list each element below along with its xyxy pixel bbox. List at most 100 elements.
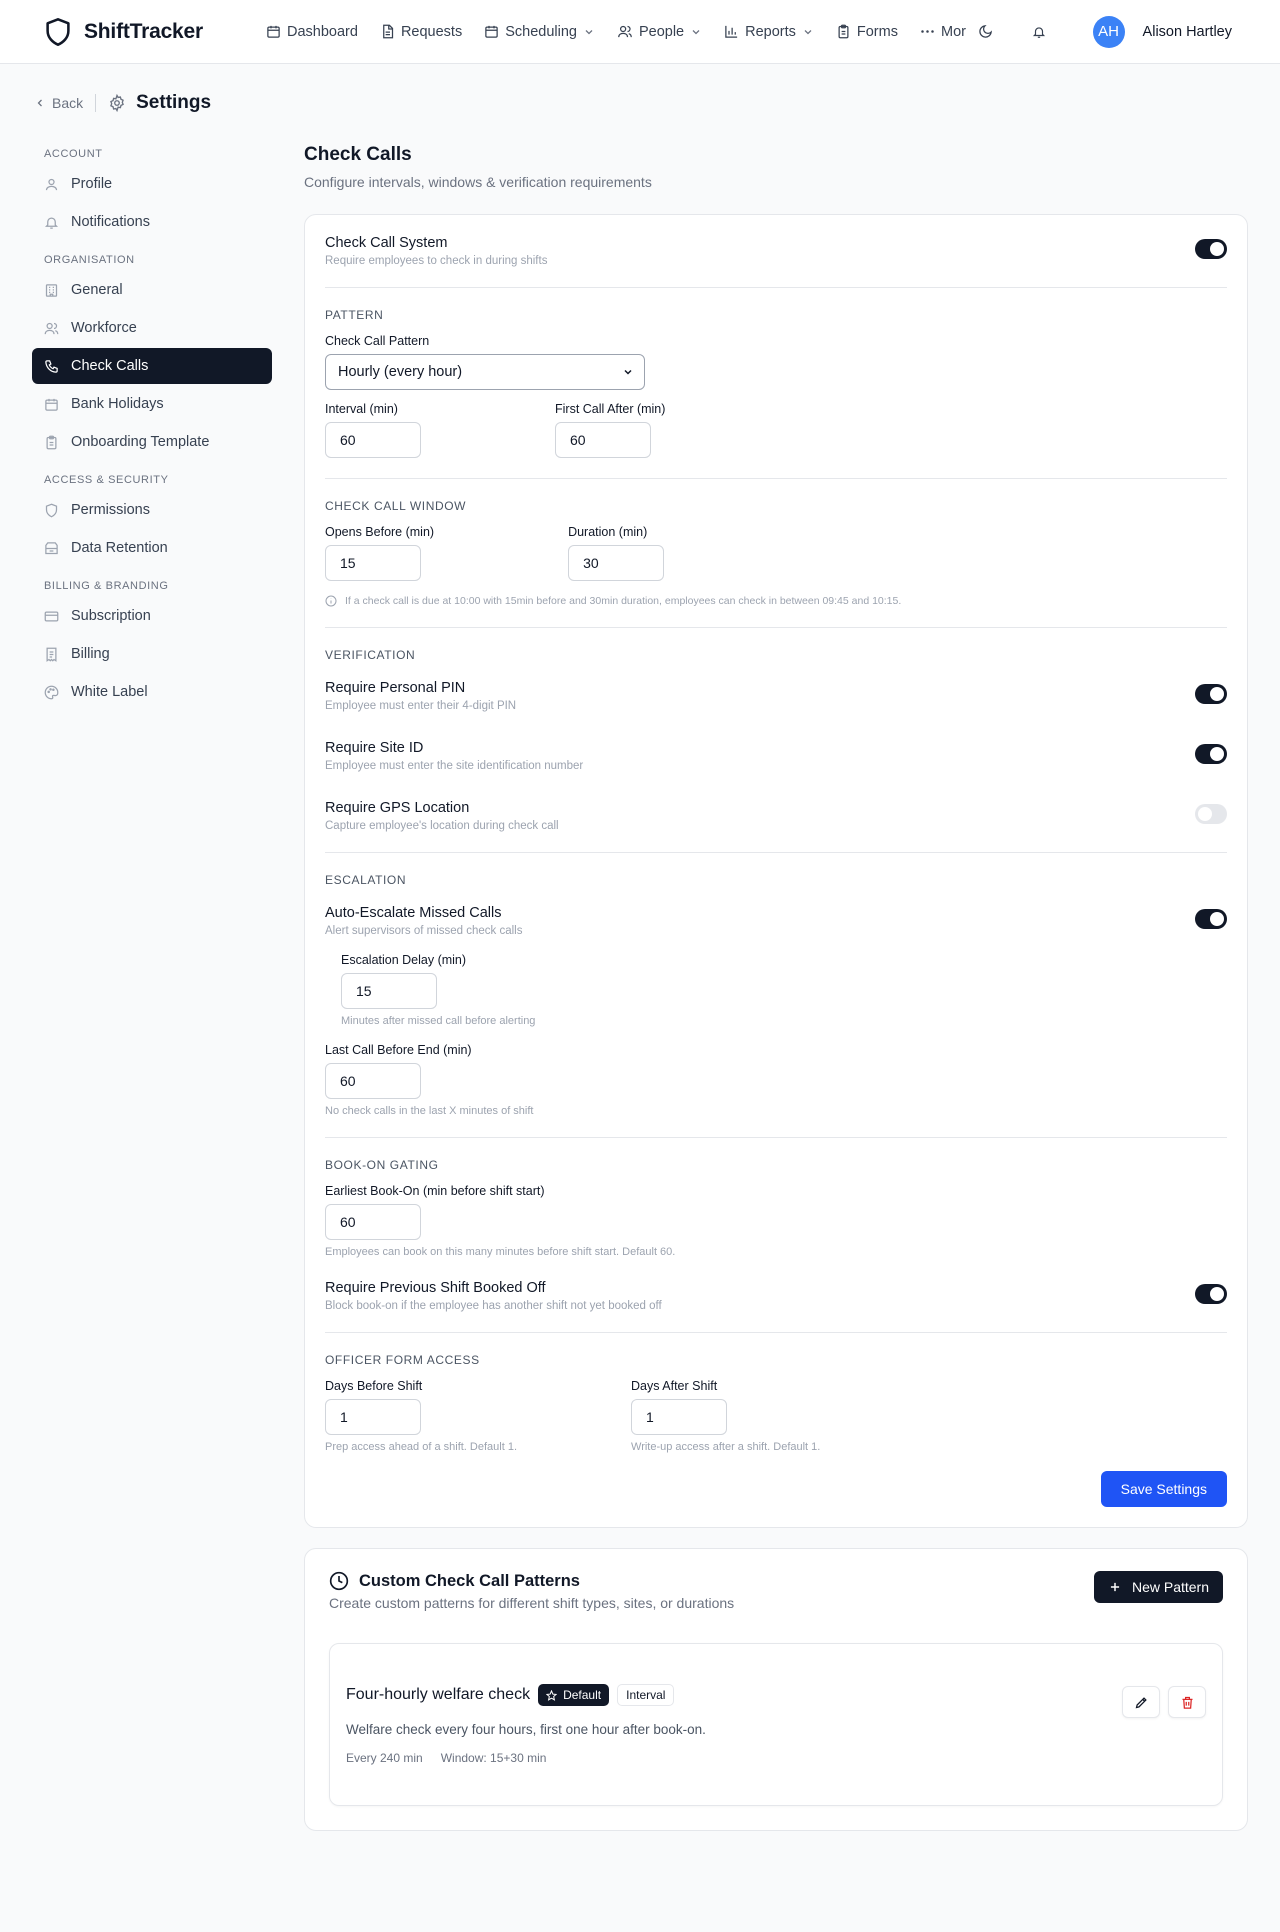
- field-hint: No check calls in the last X minutes of …: [325, 1105, 534, 1117]
- nav-dashboard[interactable]: Dashboard: [266, 24, 358, 40]
- require-previous-shift-row: Require Previous Shift Booked Off Block …: [325, 1280, 1227, 1312]
- sidebar-item-onboarding-template[interactable]: Onboarding Template: [32, 424, 272, 460]
- clipboard-icon: [836, 24, 851, 39]
- page-title: Check Calls: [304, 144, 412, 165]
- notifications-button[interactable]: [1025, 18, 1053, 46]
- escalation-delay-input[interactable]: [341, 973, 437, 1009]
- divider: [325, 287, 1227, 288]
- days-before-shift-input[interactable]: [325, 1399, 421, 1435]
- chevron-down-icon: [802, 26, 814, 38]
- nav-more[interactable]: Mor: [920, 24, 966, 40]
- check-call-settings-card: Check Call System Require employees to c…: [304, 214, 1248, 1528]
- back-label: Back: [52, 95, 84, 111]
- require-gps-toggle[interactable]: [1195, 804, 1227, 824]
- require-site-id-toggle[interactable]: [1195, 744, 1227, 764]
- info-icon: [325, 595, 337, 607]
- shield-logo-icon: [44, 17, 72, 47]
- clock-icon: [329, 1571, 349, 1591]
- user-name[interactable]: Alison Hartley: [1143, 24, 1232, 40]
- pattern-meta: Every 240 min Window: 15+30 min: [346, 1751, 706, 1765]
- earliest-bookon-group: Earliest Book-On (min before shift start…: [325, 1184, 1227, 1258]
- back-link[interactable]: Back: [34, 95, 83, 111]
- brand[interactable]: ShiftTracker: [44, 17, 244, 47]
- last-call-before-end-input[interactable]: [325, 1063, 421, 1099]
- section-label: ORGANISATION: [44, 254, 135, 266]
- pattern-actions: [1122, 1686, 1206, 1765]
- check-call-pattern-select[interactable]: Hourly (every hour): [325, 354, 645, 390]
- pattern-fields: Interval (min) First Call After (min): [325, 402, 1227, 458]
- new-pattern-button[interactable]: New Pattern: [1093, 1571, 1223, 1603]
- palette-icon: [44, 685, 59, 700]
- sidebar-item-bank-holidays[interactable]: Bank Holidays: [32, 386, 272, 422]
- sidebar-header: Back Settings: [32, 64, 272, 142]
- patterns-title: Custom Check Call Patterns: [329, 1571, 734, 1591]
- section-label-verification: VERIFICATION: [325, 648, 416, 662]
- nav-scheduling[interactable]: Scheduling: [484, 24, 595, 40]
- sidebar-item-profile[interactable]: Profile: [32, 166, 272, 202]
- info-text: If a check call is due at 10:00 with 15m…: [345, 595, 902, 607]
- custom-patterns-card: Custom Check Call Patterns Create custom…: [304, 1548, 1248, 1831]
- require-previous-shift-toggle[interactable]: [1195, 1284, 1227, 1304]
- days-after-shift-input[interactable]: [631, 1399, 728, 1435]
- delete-pattern-button[interactable]: [1168, 1686, 1206, 1718]
- row-desc: Require employees to check in during shi…: [325, 255, 548, 267]
- patterns-subtitle: Create custom patterns for different shi…: [329, 1595, 735, 1611]
- row-title: Require GPS Location: [325, 800, 470, 816]
- app-name: ShiftTracker: [84, 19, 203, 43]
- building-icon: [44, 283, 59, 298]
- interval-input[interactable]: [325, 422, 421, 458]
- save-settings-button[interactable]: Save Settings: [1100, 1471, 1227, 1507]
- user-area: AH Alison Hartley: [1025, 15, 1232, 48]
- nav-people[interactable]: People: [617, 24, 702, 40]
- settings-sidebar: Back Settings ACCOUNT Profile Notificati…: [32, 64, 272, 712]
- field-label: Days Before Shift: [325, 1379, 423, 1393]
- auto-escalate-toggle[interactable]: [1195, 909, 1227, 929]
- sidebar-item-permissions[interactable]: Permissions: [32, 492, 272, 528]
- row-desc: Alert supervisors of missed check calls: [325, 925, 523, 937]
- sidebar-item-notifications[interactable]: Notifications: [32, 204, 272, 240]
- phone-icon: [44, 359, 59, 374]
- check-call-system-toggle[interactable]: [1195, 239, 1227, 259]
- require-pin-toggle[interactable]: [1195, 684, 1227, 704]
- section-label-officer: OFFICER FORM ACCESS: [325, 1353, 480, 1367]
- row-desc: Block book-on if the employee has anothe…: [325, 1300, 662, 1312]
- receipt-icon: [44, 647, 59, 662]
- users-icon: [44, 321, 59, 336]
- sidebar-item-label: Permissions: [71, 502, 150, 518]
- first-call-after-input[interactable]: [555, 422, 651, 458]
- theme-toggle-button[interactable]: [972, 18, 1000, 46]
- chevron-down-icon: [583, 26, 595, 38]
- chevron-down-icon: [622, 366, 634, 378]
- divider: [325, 852, 1227, 853]
- sidebar-item-workforce[interactable]: Workforce: [32, 310, 272, 346]
- sidebar-item-white-label[interactable]: White Label: [32, 674, 272, 710]
- sidebar-item-subscription[interactable]: Subscription: [32, 598, 272, 634]
- nav-reports[interactable]: Reports: [724, 24, 814, 40]
- nav-forms[interactable]: Forms: [836, 24, 898, 40]
- select-value: Hourly (every hour): [338, 364, 463, 380]
- sidebar-item-billing[interactable]: Billing: [32, 636, 272, 672]
- field-label: Duration (min): [568, 525, 648, 539]
- earliest-bookon-input[interactable]: [325, 1204, 421, 1240]
- sidebar-section-access-security: ACCESS & SECURITY Permissions Data Reten…: [32, 474, 272, 566]
- sidebar-item-label: Subscription: [71, 608, 151, 624]
- opens-before-input[interactable]: [325, 545, 421, 581]
- bell-icon: [1032, 25, 1046, 39]
- nav-label: Forms: [856, 23, 898, 40]
- sidebar-title-text: Settings: [136, 92, 212, 113]
- pattern-name: Four-hourly welfare check: [346, 1686, 531, 1703]
- field-hint: Prep access ahead of a shift. Default 1.: [325, 1441, 518, 1453]
- sidebar-item-check-calls[interactable]: Check Calls: [32, 348, 272, 384]
- sidebar-item-data-retention[interactable]: Data Retention: [32, 530, 272, 566]
- main-content: Check Calls Configure intervals, windows…: [304, 64, 1248, 1831]
- nav-requests[interactable]: Requests: [380, 24, 462, 40]
- edit-pattern-button[interactable]: [1122, 1686, 1160, 1718]
- sidebar-item-general[interactable]: General: [32, 272, 272, 308]
- clipboard-icon: [44, 435, 59, 450]
- require-pin-row: Require Personal PIN Employee must enter…: [325, 680, 1227, 712]
- nav-label: Dashboard: [287, 23, 358, 40]
- pattern-window: Window: 15+30 min: [440, 1751, 547, 1765]
- sidebar-item-label: White Label: [71, 684, 148, 700]
- duration-input[interactable]: [568, 545, 665, 581]
- avatar[interactable]: AH: [1092, 15, 1125, 48]
